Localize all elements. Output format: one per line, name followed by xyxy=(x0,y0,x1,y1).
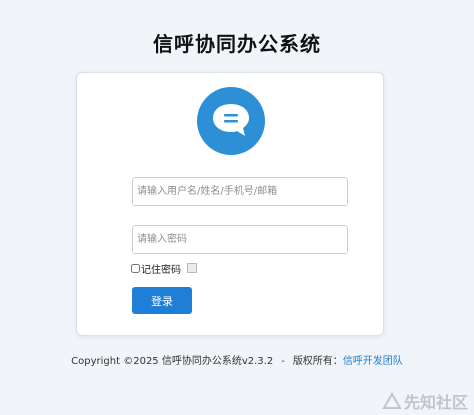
password-input[interactable] xyxy=(132,225,348,254)
username-input[interactable] xyxy=(132,177,348,206)
watermark: 先知社区 xyxy=(382,389,468,413)
remember-password-label[interactable]: 记住密码 xyxy=(141,261,181,276)
login-button[interactable]: 登录 xyxy=(132,287,192,314)
developer-team-link[interactable]: 信呼开发团队 xyxy=(343,356,403,367)
page-title: 信呼协同办公系统 xyxy=(153,32,321,56)
rights-prefix: 版权所有： xyxy=(292,356,343,367)
login-card: 记住密码 登录 xyxy=(76,72,384,336)
help-icon[interactable] xyxy=(187,263,197,273)
copyright-text: Copyright ©2025 信呼协同办公系统v2.3.2 xyxy=(71,356,274,367)
footer: Copyright ©2025 信呼协同办公系统v2.3.2- 版权所有：信呼开发… xyxy=(0,352,474,367)
watermark-text: 先知社区 xyxy=(403,393,468,412)
remember-row: 记住密码 xyxy=(131,261,197,276)
footer-separator: - xyxy=(281,356,285,367)
watermark-logo-icon xyxy=(382,392,402,409)
chat-bubble-icon xyxy=(197,87,265,155)
remember-password-checkbox[interactable] xyxy=(131,263,140,273)
